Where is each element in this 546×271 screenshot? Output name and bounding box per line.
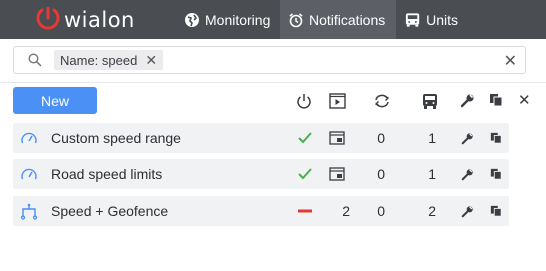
globe-icon bbox=[185, 12, 199, 27]
copy-icon[interactable] bbox=[489, 93, 503, 107]
speedometer-icon bbox=[21, 168, 37, 180]
copy-icon[interactable] bbox=[490, 132, 502, 144]
clear-search-icon[interactable]: ✕ bbox=[504, 51, 517, 71]
window-icon[interactable] bbox=[329, 131, 345, 145]
check-icon[interactable] bbox=[297, 167, 313, 181]
search-icon bbox=[28, 53, 42, 67]
copy-icon[interactable] bbox=[490, 168, 502, 180]
minus-icon[interactable] bbox=[297, 204, 313, 218]
wrench-icon[interactable] bbox=[461, 205, 474, 218]
actions-count: 2 bbox=[342, 203, 350, 219]
logo-icon bbox=[36, 7, 60, 30]
remove-filter-icon[interactable]: ✕ bbox=[145, 52, 157, 69]
top-bar: wialon Monitoring Notifications Units bbox=[0, 0, 546, 39]
search-field[interactable]: Name: speed ✕ ✕ bbox=[13, 46, 526, 74]
copy-icon[interactable] bbox=[490, 205, 502, 217]
notification-name[interactable]: Road speed limits bbox=[51, 166, 162, 182]
bus-icon[interactable] bbox=[421, 93, 439, 110]
alarm-clock-icon bbox=[289, 12, 303, 27]
check-icon[interactable] bbox=[297, 131, 313, 145]
tab-notifications-label: Notifications bbox=[309, 11, 386, 28]
divider bbox=[0, 82, 546, 83]
tab-notifications[interactable]: Notifications bbox=[280, 0, 396, 39]
notification-name[interactable]: Speed + Geofence bbox=[51, 203, 168, 219]
wrench-icon[interactable] bbox=[460, 93, 475, 108]
notifications-panel: Name: speed ✕ ✕ New ✕ Custom speed range… bbox=[0, 39, 546, 271]
logo-text: wialon bbox=[64, 8, 135, 32]
table-row[interactable]: Speed + Geofence 2 0 2 bbox=[13, 196, 509, 226]
power-icon[interactable] bbox=[296, 93, 312, 109]
tab-units[interactable]: Units bbox=[396, 0, 466, 39]
window-icon[interactable] bbox=[329, 167, 345, 181]
new-notification-button[interactable]: New bbox=[13, 87, 97, 114]
triggered-count: 0 bbox=[377, 203, 385, 219]
table-row[interactable]: Custom speed range 0 1 bbox=[13, 123, 509, 153]
filter-chip: Name: speed ✕ bbox=[54, 50, 164, 70]
units-count: 2 bbox=[428, 203, 436, 219]
table-row[interactable]: Road speed limits 0 1 bbox=[13, 159, 509, 189]
wrench-icon[interactable] bbox=[461, 132, 474, 145]
notification-name[interactable]: Custom speed range bbox=[51, 130, 181, 146]
wrench-icon[interactable] bbox=[461, 168, 474, 181]
close-panel-icon[interactable]: ✕ bbox=[518, 91, 531, 109]
units-count: 1 bbox=[428, 166, 436, 182]
units-count: 1 bbox=[428, 130, 436, 146]
filter-chip-label: Name: speed bbox=[60, 52, 138, 68]
geofence-route-icon bbox=[20, 203, 38, 220]
wialon-logo[interactable]: wialon bbox=[36, 6, 135, 34]
refresh-icon[interactable] bbox=[373, 93, 391, 109]
tab-monitoring-label: Monitoring bbox=[205, 11, 271, 28]
triggered-count: 0 bbox=[377, 130, 385, 146]
bus-icon bbox=[405, 12, 420, 27]
tab-monitoring[interactable]: Monitoring bbox=[176, 0, 280, 39]
tab-units-label: Units bbox=[426, 11, 458, 28]
play-window-icon[interactable] bbox=[329, 93, 346, 109]
triggered-count: 0 bbox=[377, 166, 385, 182]
speedometer-icon bbox=[21, 132, 37, 144]
